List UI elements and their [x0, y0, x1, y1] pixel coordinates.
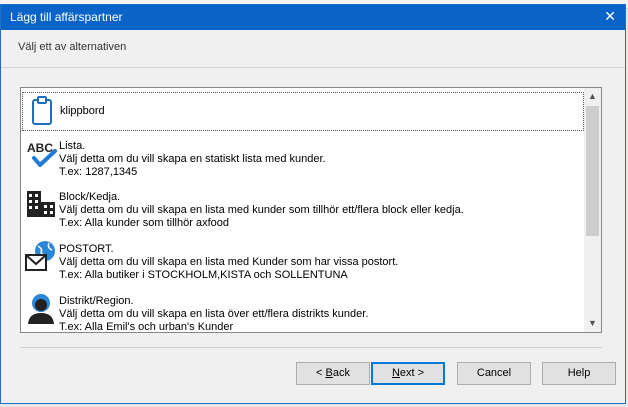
option-title: POSTORT. [59, 243, 114, 255]
list-item-distrikt-region[interactable]: Distrikt/Region. Välj detta om du vill s… [22, 292, 584, 333]
option-example: T.ex: Alla kunder som tillhör axfood [59, 217, 229, 229]
dialog-title: Lägg till affärspartner [10, 10, 123, 24]
help-button[interactable]: Help [542, 362, 616, 385]
next-button[interactable]: Next > [371, 362, 445, 385]
instruction-text: Välj ett av alternativen [18, 41, 127, 53]
option-example: T.ex: 1287,1345 [59, 166, 138, 178]
footer-separator [20, 347, 602, 348]
option-example: T.ex: Alla butiker i STOCKHOLM,KISTA och… [59, 269, 348, 281]
back-button[interactable]: < Back [296, 362, 370, 385]
option-description: Välj detta om du vill skapa en lista med… [59, 204, 464, 216]
back-prefix: < [316, 367, 326, 379]
option-title: klippbord [60, 105, 105, 117]
back-accelerator: B [325, 367, 333, 379]
list-item-lista[interactable]: ABC Lista. Välj detta om du vill skapa e… [22, 136, 584, 178]
option-title: Lista. [59, 140, 86, 152]
close-icon[interactable]: ✕ [604, 8, 616, 25]
option-title: Distrikt/Region. [59, 295, 134, 307]
list-item-postort[interactable]: POSTORT. Välj detta om du vill skapa en … [22, 240, 584, 282]
header-separator [1, 67, 625, 68]
svg-text:ABC: ABC [27, 141, 53, 155]
list-item-block-kedja[interactable]: Block/Kedja. Välj detta om du vill skapa… [22, 188, 584, 230]
next-accelerator: N [391, 367, 400, 379]
back-label: ack [332, 367, 350, 379]
spellcheck-abc-icon: ABC [27, 141, 57, 167]
globe-mail-icon [25, 241, 55, 271]
scrollbar-thumb[interactable] [586, 106, 599, 236]
option-title: Block/Kedja. [59, 191, 121, 203]
option-description: Välj detta om du vill skapa en lista med… [59, 256, 399, 268]
list-item-clipboard[interactable]: klippbord [22, 92, 584, 131]
options-list[interactable]: klippbord ABC Lista. Välj detta om du vi… [20, 87, 602, 333]
title-bar: Lägg till affärspartner ✕ [1, 5, 625, 30]
user-icon [28, 294, 54, 324]
option-description: Välj detta om du vill skapa en statiskt … [59, 153, 326, 165]
option-description: Välj detta om du vill skapa en lista öve… [59, 308, 369, 320]
cancel-button[interactable]: Cancel [457, 362, 531, 385]
dialog-window: Lägg till affärspartner ✕ Välj ett av al… [0, 4, 626, 404]
scroll-down-icon[interactable]: ▼ [584, 315, 601, 332]
option-example: T.ex: Alla Emil's och urban's Kunder [59, 321, 234, 333]
scroll-up-icon[interactable]: ▲ [584, 88, 601, 105]
vertical-scrollbar[interactable]: ▲ ▼ [584, 88, 601, 332]
clipboard-icon [32, 96, 52, 125]
buildings-icon [27, 191, 55, 217]
next-label: ext > [399, 367, 425, 379]
